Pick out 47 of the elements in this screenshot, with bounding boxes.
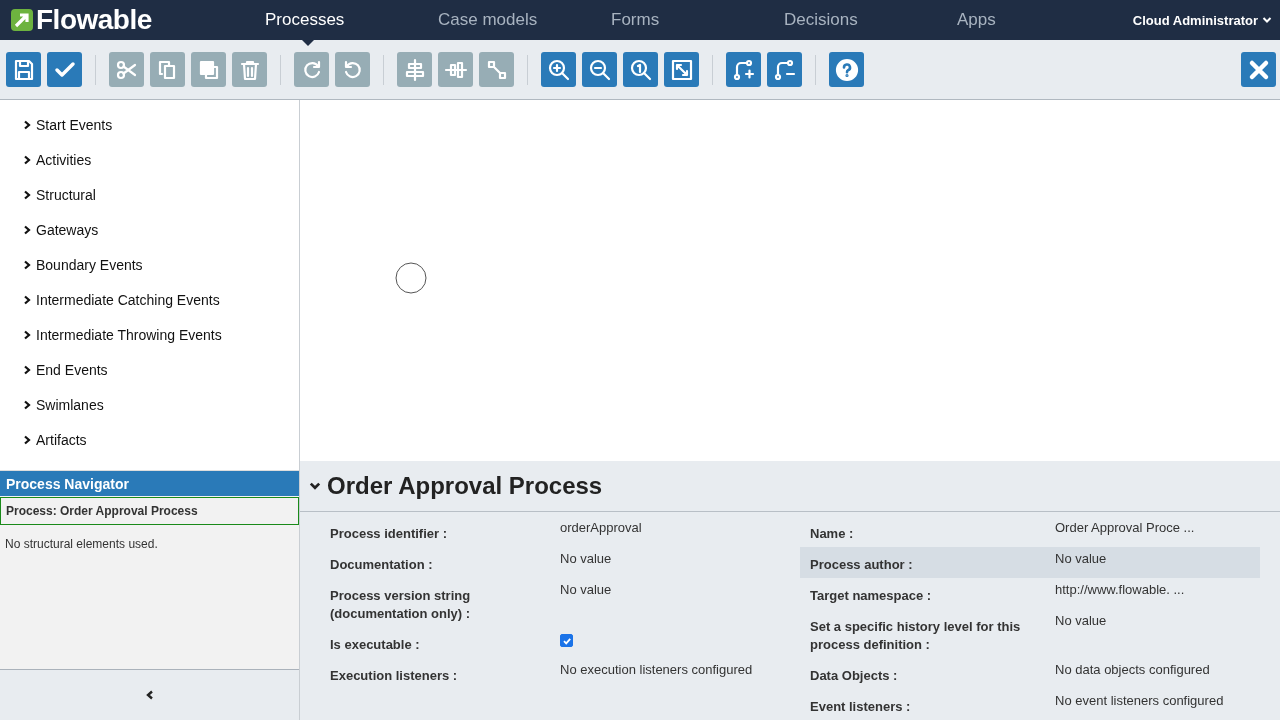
palette-group[interactable]: Boundary Events (0, 247, 299, 282)
property-label: Process author : (810, 556, 914, 574)
palette-group[interactable]: Structural (0, 177, 299, 212)
palette-group[interactable]: Start Events (0, 107, 299, 142)
empty-message: No structural elements used. (4, 536, 159, 553)
property-value[interactable]: No value (540, 551, 612, 574)
navigator-title: Process Navigator (0, 471, 299, 496)
property-value[interactable]: Order Approval Proce ... (1035, 520, 1195, 543)
property-label: Target namespace : (810, 587, 933, 605)
property-row[interactable]: Target namespace : http://www.flowable. ... (800, 578, 1260, 609)
property-value[interactable]: http://www.flowable. ... (1035, 582, 1185, 605)
property-row[interactable]: Process author : No value (800, 547, 1260, 578)
property-label: Execution listeners : (330, 667, 459, 685)
user-menu[interactable]: Cloud Administrator (1132, 12, 1272, 28)
property-value[interactable]: orderApproval (540, 520, 642, 543)
property-label: Process identifier : (330, 525, 449, 543)
property-label: Data Objects : (810, 667, 899, 685)
property-value[interactable]: No value (1035, 613, 1107, 654)
property-label: Set a specific history level for this process definition : (810, 618, 1022, 654)
palette-group[interactable]: Artifacts (0, 422, 299, 457)
nav-tab[interactable]: Apps (957, 10, 1130, 30)
logo-text: Flowable (36, 4, 152, 36)
property-label: Name : (810, 525, 855, 543)
nav-tab[interactable]: Forms (611, 10, 784, 30)
property-row[interactable]: Set a specific history level for this process definition : No value (800, 609, 1260, 658)
property-row[interactable]: Event listeners : No event listeners configured (800, 689, 1260, 720)
property-row[interactable]: Name : Order Approval Proce ... (800, 516, 1260, 547)
properties-title: Order Approval Process (327, 472, 603, 500)
process-item[interactable]: Process: Order Approval Process (0, 497, 299, 525)
property-label: Documentation : (330, 556, 434, 574)
property-row[interactable]: Data Objects : No data objects configured (800, 658, 1260, 689)
palette-group[interactable]: Intermediate Throwing Events (0, 317, 299, 352)
property-value[interactable]: No data objects configured (1035, 662, 1210, 685)
property-value[interactable]: No value (540, 582, 612, 623)
palette-group[interactable]: End Events (0, 352, 299, 387)
property-value[interactable]: No value (1035, 551, 1107, 574)
property-label: Is executable : (330, 636, 421, 654)
palette-group[interactable]: Swimlanes (0, 387, 299, 422)
nav-tab[interactable]: Decisions (784, 10, 957, 30)
property-label: Event listeners : (810, 698, 912, 716)
property-value[interactable]: No event listeners configured (1035, 693, 1224, 716)
property-value[interactable]: No execution listeners configured (540, 662, 753, 685)
property-label: Process version string (documentation only) : (330, 587, 472, 623)
nav-tab[interactable]: Case models (438, 10, 611, 30)
palette-group[interactable]: Intermediate Catching Events (0, 282, 299, 317)
palette-group[interactable]: Gateways (0, 212, 299, 247)
palette-group[interactable]: Activities (0, 142, 299, 177)
